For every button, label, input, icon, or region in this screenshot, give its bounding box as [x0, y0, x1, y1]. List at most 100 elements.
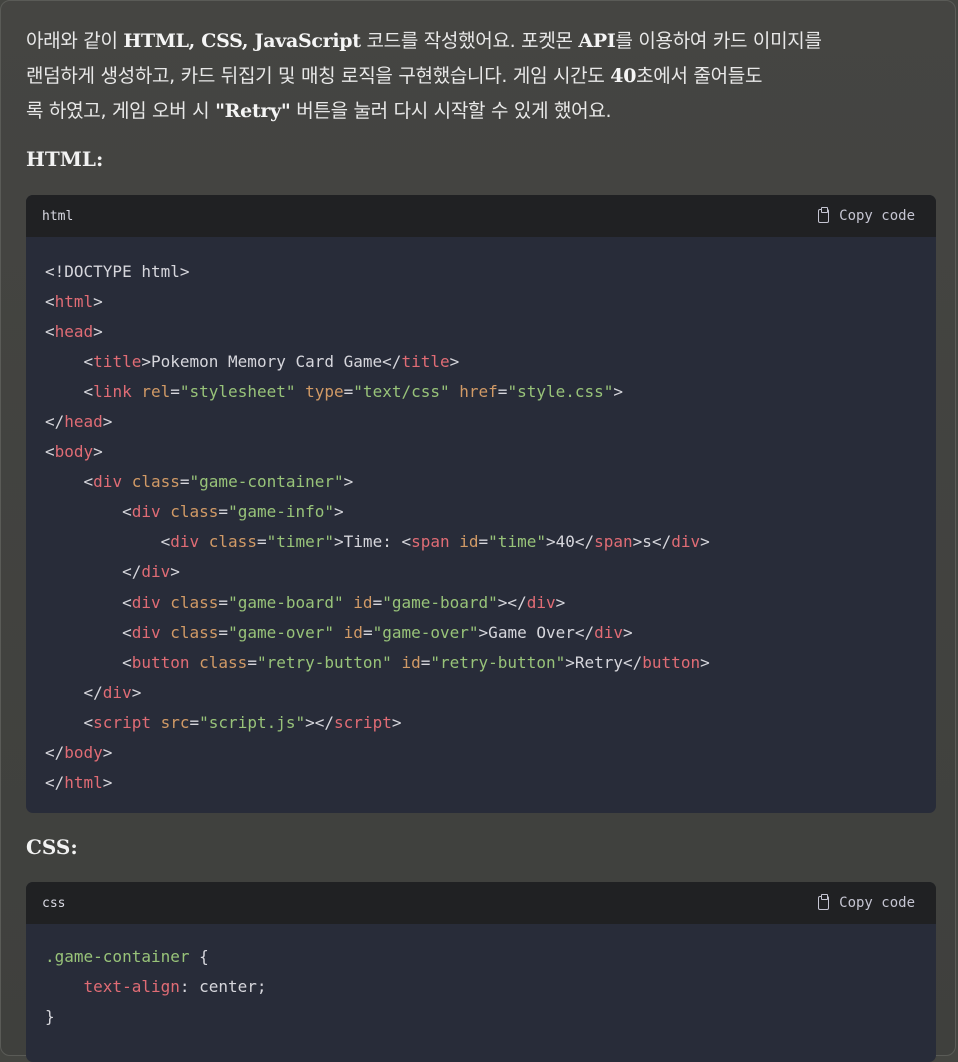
code-tag: div	[141, 562, 171, 582]
code-text: >Game Over</	[478, 622, 595, 642]
code-attribute: id	[459, 532, 479, 552]
code-text: =	[170, 382, 180, 402]
code-tag: button	[131, 652, 190, 672]
code-line: <script src="script.js"></script>	[45, 708, 917, 738]
intro-line-1: 아래와 같이 HTML, CSS, JavaScript 코드를 작성했어요. …	[26, 24, 926, 59]
code-tag: div	[671, 532, 701, 552]
intro-paragraph: 아래와 같이 HTML, CSS, JavaScript 코드를 작성했어요. …	[26, 24, 926, 129]
html-code-block: html Copy code <!DOCTYPE html> <html> <hea…	[26, 195, 936, 813]
code-line: </div>	[45, 557, 917, 587]
code-text: =	[372, 592, 383, 612]
code-text: >	[700, 532, 710, 552]
code-text: >	[449, 352, 460, 372]
code-body: .game-container { text-align: center;}	[26, 924, 936, 1052]
code-line: <button class="retry-button" id="retry-b…	[45, 648, 917, 678]
code-text: >	[334, 502, 344, 522]
code-text: >	[102, 742, 113, 762]
code-attribute: src	[160, 712, 190, 732]
code-string: "retry-button"	[256, 652, 392, 672]
code-text: =	[362, 622, 373, 642]
code-body: <!DOCTYPE html> <html> <head> <title>Pokem…	[26, 237, 936, 813]
code-text: <	[45, 442, 55, 462]
code-text: =	[218, 592, 229, 612]
code-header: css Copy code	[26, 882, 936, 924]
code-text: >	[623, 622, 633, 642]
code-attribute: href	[459, 382, 498, 402]
code-tag: title	[93, 352, 142, 372]
code-text: : center;	[179, 977, 267, 997]
code-language-label: html	[42, 208, 74, 224]
code-tag: script	[93, 712, 151, 732]
code-text: >	[93, 442, 103, 462]
code-text: >	[555, 592, 566, 612]
intro-line-3: 록 하였고, 게임 오버 시 "Retry" 버튼을 눌러 다시 시작할 수 있…	[26, 94, 926, 129]
code-attribute: class	[170, 622, 219, 642]
code-property: text-align	[83, 977, 180, 997]
code-text: =	[218, 622, 229, 642]
code-text: =	[478, 532, 489, 552]
clipboard-icon	[818, 207, 830, 223]
code-line: </body>	[45, 738, 917, 768]
code-text: </	[45, 562, 142, 582]
code-tag: div	[102, 682, 132, 702]
html-section-title: HTML:	[26, 147, 104, 171]
code-tag: div	[131, 502, 161, 522]
code-line: .game-container {	[45, 942, 917, 972]
code-tag: div	[170, 532, 200, 552]
code-line: <div class="game-board" id="game-board">…	[45, 588, 917, 618]
css-code-block: css Copy code .game-container { text-ali…	[26, 882, 936, 1062]
code-text: <	[45, 382, 94, 402]
code-text: </	[45, 742, 65, 762]
assistant-message: 아래와 같이 HTML, CSS, JavaScript 코드를 작성했어요. …	[0, 0, 956, 1062]
code-text: <	[45, 592, 132, 612]
code-text: >	[391, 712, 402, 732]
code-text: >	[343, 472, 354, 492]
code-line: }	[45, 1002, 917, 1032]
code-line: </div>	[45, 678, 917, 708]
code-text: </	[45, 772, 65, 792]
code-line: <!DOCTYPE html>	[45, 257, 917, 287]
code-tag: link	[93, 382, 132, 402]
code-string: "game-board"	[228, 592, 344, 612]
code-string: "stylesheet"	[179, 382, 296, 402]
text: 랜덤하게 생성하고, 카드 뒤집기 및 매칭 로직을 구현했습니다. 게임 시간…	[26, 65, 611, 87]
code-text: >	[170, 562, 180, 582]
code-string: "game-over"	[372, 622, 479, 642]
code-line: </head>	[45, 407, 917, 437]
code-text: <!DOCTYPE html>	[45, 262, 190, 281]
code-text: <	[45, 292, 55, 312]
code-text: =	[497, 382, 508, 402]
code-text: >	[700, 652, 710, 672]
code-tag: span	[594, 532, 633, 552]
code-text: <	[45, 322, 55, 342]
copy-code-button[interactable]: Copy code	[818, 207, 915, 224]
code-tag: title	[401, 352, 450, 372]
code-string: "game-container"	[189, 472, 344, 492]
bold-text: API	[578, 30, 616, 52]
text: 를 이용하여 카드 이미지를	[615, 30, 822, 52]
code-text: =	[343, 382, 354, 402]
copy-code-button[interactable]: Copy code	[818, 894, 915, 911]
code-tag: div	[131, 622, 161, 642]
code-line: <link rel="stylesheet" type="text/css" h…	[45, 377, 917, 407]
code-string: "time"	[488, 532, 546, 552]
code-tag: button	[642, 652, 701, 672]
code-string: "retry-button"	[430, 652, 566, 672]
code-string: "game-over"	[228, 622, 335, 642]
code-attribute: class	[170, 502, 219, 522]
code-tag: head	[54, 322, 94, 342]
code-attribute: class	[208, 532, 257, 552]
code-line: <div class="game-info">	[45, 497, 917, 527]
code-text: <	[45, 652, 132, 672]
code-line: <div class="timer">Time: <span id="time"…	[45, 527, 917, 557]
code-text: <	[45, 712, 94, 732]
